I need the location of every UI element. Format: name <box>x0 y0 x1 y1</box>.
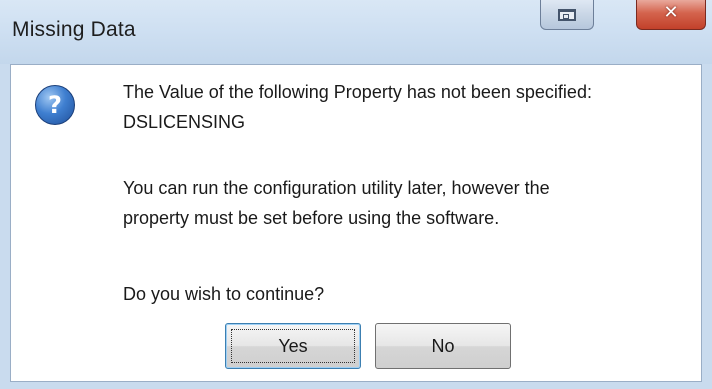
dialog-window: Missing Data ✕ ? The Value of the follow… <box>0 0 712 389</box>
close-icon: ✕ <box>663 1 679 23</box>
no-button-label: No <box>431 335 455 356</box>
focus-rectangle <box>231 329 355 363</box>
restore-button[interactable] <box>540 0 594 30</box>
title-bar[interactable]: Missing Data ✕ <box>0 0 712 64</box>
question-icon: ? <box>35 85 75 125</box>
property-name: DSLICENSING <box>123 112 246 132</box>
restore-icon <box>558 8 576 21</box>
info-block: You can run the configuration utility la… <box>123 173 550 233</box>
dialog-content: ? The Value of the following Property ha… <box>10 64 702 382</box>
info-line: You can run the configuration utility la… <box>123 178 550 198</box>
close-button[interactable]: ✕ <box>636 0 706 30</box>
no-button[interactable]: No <box>375 323 511 369</box>
yes-button[interactable]: Yes <box>225 323 361 369</box>
message-line: The Value of the following Property has … <box>123 82 592 102</box>
window-title: Missing Data <box>12 18 136 41</box>
info-line: property must be set before using the so… <box>123 208 500 228</box>
question-text: Do you wish to continue? <box>123 284 325 304</box>
message-block: The Value of the following Property has … <box>123 77 592 137</box>
